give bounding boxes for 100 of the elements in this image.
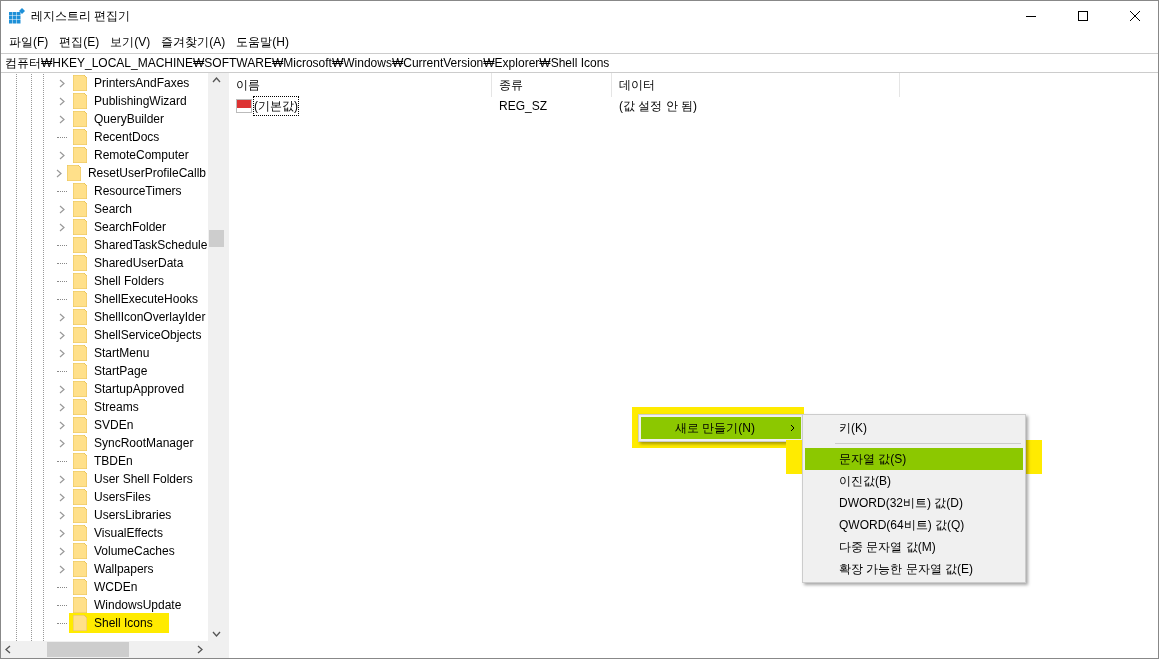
scroll-down-icon[interactable] xyxy=(212,631,221,637)
tree-item[interactable]: StartupApproved xyxy=(92,380,187,398)
scroll-left-icon[interactable] xyxy=(5,645,11,654)
window-title: 레지스트리 편집기 xyxy=(31,8,131,25)
tree-item[interactable]: Shell Icons xyxy=(69,613,169,633)
column-header[interactable]: 데이터 xyxy=(612,73,900,97)
tree-item[interactable]: ShellExecuteHooks xyxy=(92,290,201,308)
expand-icon[interactable] xyxy=(59,474,65,484)
menu-item[interactable]: 이진값(B) xyxy=(805,470,1023,492)
tree-item[interactable]: ResourceTimers xyxy=(92,182,184,200)
tree-item[interactable]: StartMenu xyxy=(92,344,152,362)
scroll-up-icon[interactable] xyxy=(212,77,221,83)
tree-item[interactable]: WindowsUpdate xyxy=(92,596,184,614)
menu-item[interactable]: 보기(V) xyxy=(106,33,155,51)
tree-item[interactable]: StartPage xyxy=(92,362,150,380)
tree-item[interactable]: SharedUserData xyxy=(92,254,186,272)
tree-item[interactable]: RemoteComputer xyxy=(92,146,191,164)
tree-item[interactable]: SharedTaskSchedule xyxy=(92,236,208,254)
folder-icon xyxy=(73,111,87,127)
folder-icon xyxy=(73,507,87,523)
tree-item[interactable]: QueryBuilder xyxy=(92,110,167,128)
folder-icon xyxy=(73,237,87,253)
tree-item[interactable]: SearchFolder xyxy=(92,218,169,236)
expand-icon[interactable] xyxy=(59,222,65,232)
menu-item[interactable]: 편집(E) xyxy=(55,33,104,51)
folder-icon xyxy=(73,579,87,595)
menu-item[interactable]: QWORD(64비트) 값(Q) xyxy=(805,514,1023,536)
app-icon xyxy=(9,8,25,24)
menu-item[interactable]: 파일(F) xyxy=(5,33,53,51)
folder-icon xyxy=(73,219,87,235)
tree-item[interactable]: Wallpapers xyxy=(92,560,156,578)
scroll-thumb[interactable] xyxy=(209,230,224,247)
folder-icon xyxy=(73,309,87,325)
tree-item[interactable]: PrintersAndFaxes xyxy=(92,74,192,92)
tree-item[interactable]: Streams xyxy=(92,398,141,416)
scroll-right-icon[interactable] xyxy=(197,645,203,654)
menu-item[interactable]: 즐겨찾기(A) xyxy=(157,33,230,51)
tree-item[interactable]: ShellIconOverlayIder xyxy=(92,308,208,326)
table-cell-text: (값 설정 안 됨) xyxy=(618,98,698,115)
expand-icon[interactable] xyxy=(59,384,65,394)
menu-item[interactable]: 문자열 값(S) xyxy=(805,448,1023,470)
tree-item[interactable]: ResetUserProfileCallb xyxy=(85,164,208,182)
expand-icon[interactable] xyxy=(59,420,65,430)
expand-icon[interactable] xyxy=(59,510,65,520)
expand-icon[interactable] xyxy=(59,402,65,412)
folder-icon xyxy=(73,93,87,109)
expand-icon[interactable] xyxy=(59,204,65,214)
column-header[interactable]: 이름 xyxy=(229,73,492,97)
folder-icon xyxy=(73,147,87,163)
tree-item[interactable]: VisualEffects xyxy=(92,524,165,542)
expand-icon[interactable] xyxy=(59,114,65,124)
menu-item[interactable]: 확장 가능한 문자열 값(E) xyxy=(805,558,1023,580)
tree-item[interactable]: WCDEn xyxy=(92,578,140,596)
folder-icon xyxy=(73,345,87,361)
folder-icon xyxy=(73,381,87,397)
menu-item[interactable]: 다중 문자열 값(M) xyxy=(805,536,1023,558)
expand-icon[interactable] xyxy=(59,312,65,322)
column-header[interactable]: 종류 xyxy=(492,73,612,97)
menu-item[interactable]: 키(K) xyxy=(805,417,1023,439)
folder-icon xyxy=(73,435,87,451)
folder-icon xyxy=(73,75,87,91)
maximize-icon xyxy=(1078,11,1088,21)
scroll-thumb[interactable] xyxy=(47,642,129,657)
folder-icon xyxy=(73,273,87,289)
folder-icon xyxy=(73,543,87,559)
tree-item[interactable]: VolumeCaches xyxy=(92,542,177,560)
expand-icon[interactable] xyxy=(59,96,65,106)
expand-icon[interactable] xyxy=(59,150,65,160)
tree-item[interactable]: UsersFiles xyxy=(92,488,153,506)
expand-icon[interactable] xyxy=(59,564,65,574)
folder-icon xyxy=(73,417,87,433)
horizontal-scrollbar[interactable] xyxy=(1,641,225,658)
tree-item[interactable]: Shell Folders xyxy=(92,272,167,290)
tree-item[interactable]: UsersLibraries xyxy=(92,506,174,524)
tree-item[interactable]: Search xyxy=(92,200,135,218)
tree-item[interactable]: User Shell Folders xyxy=(92,470,195,488)
menu-item[interactable]: 도움말(H) xyxy=(232,33,293,51)
value-name[interactable]: (기본값) xyxy=(254,97,298,115)
expand-icon[interactable] xyxy=(59,492,65,502)
expand-icon[interactable] xyxy=(59,546,65,556)
tree-item[interactable]: TBDEn xyxy=(92,452,135,470)
expand-icon[interactable] xyxy=(59,330,65,340)
expand-icon[interactable] xyxy=(59,348,65,358)
menu-item[interactable]: DWORD(32비트) 값(D) xyxy=(805,492,1023,514)
tree-item[interactable]: SyncRootManager xyxy=(92,434,196,452)
menu-item[interactable]: 새로 만들기(N) xyxy=(641,417,801,439)
expand-icon[interactable] xyxy=(59,528,65,538)
string-value-icon xyxy=(236,99,252,113)
address-field[interactable]: 컴퓨터₩HKEY_LOCAL_MACHINE₩SOFTWARE₩Microsoft₩Windows₩CurrentVersion₩Explorer₩Shell Icons xyxy=(1,53,1158,73)
folder-icon xyxy=(73,489,87,505)
tree-item[interactable]: ShellServiceObjects xyxy=(92,326,204,344)
folder-icon xyxy=(73,183,87,199)
tree-item[interactable]: SVDEn xyxy=(92,416,136,434)
expand-icon[interactable] xyxy=(55,168,62,178)
expand-icon[interactable] xyxy=(59,78,65,88)
folder-icon xyxy=(73,363,87,379)
tree-item[interactable]: RecentDocs xyxy=(92,128,162,146)
tree-item[interactable]: PublishingWizard xyxy=(92,92,189,110)
expand-icon[interactable] xyxy=(59,438,65,448)
close-icon xyxy=(1130,11,1140,21)
